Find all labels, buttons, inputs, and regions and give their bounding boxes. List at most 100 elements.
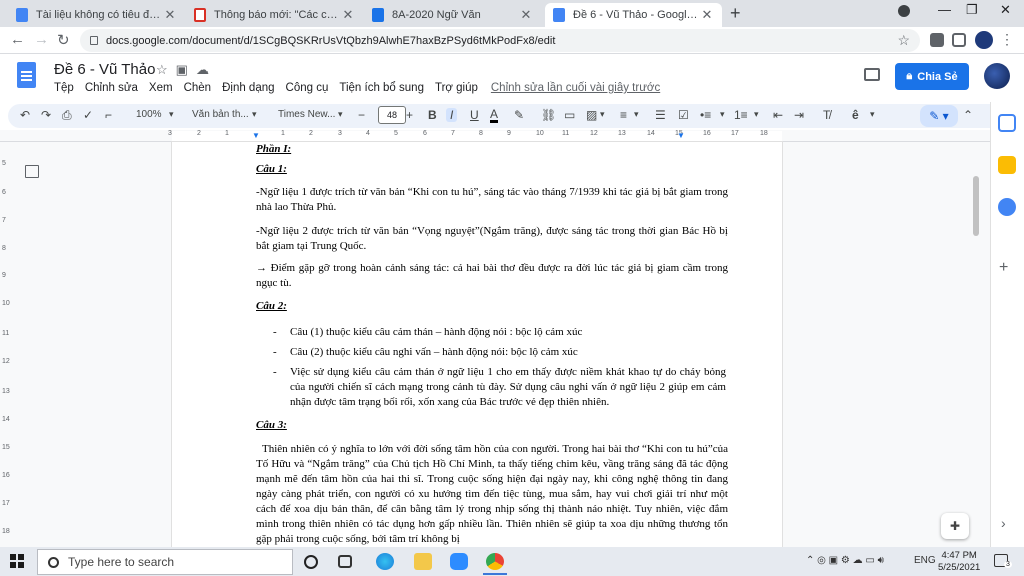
input-tools-icon[interactable]: ê (852, 108, 859, 122)
vertical-ruler[interactable]: 5 6 7 8 9 10 11 12 13 14 15 16 17 18 (0, 142, 12, 547)
minimize-icon[interactable]: — (938, 2, 951, 17)
increase-indent-icon[interactable]: ⇥ (794, 108, 804, 122)
insert-image-icon[interactable]: ▨ (586, 108, 597, 122)
taskbar-clock[interactable]: 4:47 PM 5/25/2021 (938, 550, 980, 574)
new-tab-icon[interactable]: + (730, 3, 741, 24)
browser-tab-1[interactable]: Tài liệu không có tiêu đề - Googl ✕ (8, 3, 185, 27)
menu-help[interactable]: Trợ giúp (435, 82, 478, 94)
docs-logo-icon[interactable] (17, 62, 36, 88)
text-color-icon[interactable]: A (490, 108, 499, 123)
bold-icon[interactable]: B (428, 108, 437, 122)
checklist-icon[interactable]: ☑ (678, 108, 689, 122)
document-page[interactable]: Phần I: Câu 1: -Ngữ liệu 1 được trích từ… (172, 142, 782, 547)
editing-mode-button[interactable]: ✎ ▾ (920, 105, 958, 127)
clear-format-icon[interactable]: T̸ (823, 108, 830, 122)
decrease-size-icon[interactable]: − (358, 108, 365, 122)
font-select[interactable]: Times New... (278, 109, 335, 120)
style-select[interactable]: Văn bản th... (192, 109, 249, 120)
numbered-list-icon[interactable]: 1≡ (734, 108, 748, 122)
language-indicator[interactable]: ENG (914, 555, 936, 566)
add-addon-icon[interactable]: + (999, 259, 1008, 277)
menu-tools[interactable]: Công cụ (286, 82, 329, 94)
list-item: - Việc sử dụng kiểu câu cảm thán ở ngữ li… (273, 365, 726, 410)
chrome-icon[interactable] (483, 553, 507, 575)
gmail-icon (194, 8, 206, 22)
left-indent-marker[interactable]: ▼ (252, 131, 260, 140)
underline-icon[interactable]: U (470, 108, 479, 122)
document-title[interactable]: Đề 6 - Vũ Thảo (54, 61, 155, 78)
ruler-mark: 12 (2, 358, 10, 365)
file-explorer-icon[interactable] (414, 553, 432, 570)
collapse-menus-icon[interactable]: ⌃ (963, 108, 973, 122)
add-comment-icon[interactable]: ▭ (564, 108, 575, 122)
reading-list-icon[interactable] (952, 33, 966, 47)
browser-tab-2[interactable]: Thông báo mới: "Các con làm m ✕ (186, 3, 363, 27)
star-icon[interactable]: ☆ (156, 62, 176, 77)
task-view-icon[interactable] (338, 555, 352, 568)
font-size-field[interactable]: 48 (378, 106, 406, 124)
taskbar-search-box[interactable]: Type here to search (37, 549, 293, 575)
paragraph: → Điểm gặp gỡ trong hoàn cảnh sáng tác: … (256, 262, 728, 289)
share-button[interactable]: 🔒︎ Chia Sẻ (895, 63, 969, 90)
back-icon[interactable]: ← (10, 31, 25, 48)
move-folder-icon[interactable]: ▣ (176, 62, 196, 77)
reload-icon[interactable]: ↻ (57, 31, 70, 49)
zoom-select[interactable]: 100% (136, 109, 162, 120)
calendar-icon[interactable] (998, 114, 1016, 132)
extensions-icon[interactable] (930, 33, 944, 47)
menu-bar: Tệp Chỉnh sửa Xem Chèn Định dạng Công cụ… (54, 82, 671, 94)
close-window-icon[interactable]: ✕ (1000, 2, 1011, 18)
last-edit-link[interactable]: Chỉnh sửa lần cuối vài giây trước (491, 82, 660, 94)
close-tab-icon[interactable]: ✕ (700, 7, 714, 23)
url-field[interactable]: docs.google.com/document/d/1SCgBQSKRrUsV… (80, 29, 920, 52)
profile-avatar[interactable] (975, 31, 993, 49)
tray-icons[interactable]: ⌃ ◎ ▣ ⚙ ☁ ▭ 🔊︎ (806, 555, 884, 566)
close-tab-icon[interactable]: ✕ (341, 7, 355, 23)
tab-search-icon[interactable] (898, 5, 910, 17)
bookmark-star-icon[interactable]: ☆ (897, 32, 910, 49)
menu-addons[interactable]: Tiện ích bổ sung (339, 82, 424, 94)
show-side-panel-icon[interactable]: › (1001, 515, 1006, 531)
browser-tab-3[interactable]: 8A-2020 Ngữ Văn ✕ (364, 3, 541, 27)
menu-format[interactable]: Định dạng (222, 82, 274, 94)
comment-history-icon[interactable] (864, 68, 880, 81)
menu-insert[interactable]: Chèn (184, 82, 212, 94)
italic-icon[interactable]: I (446, 108, 458, 122)
tab-title: Thông báo mới: "Các con làm m (214, 9, 341, 21)
vertical-scrollbar[interactable] (973, 176, 979, 236)
align-icon[interactable]: ≡ (620, 108, 627, 122)
close-tab-icon[interactable]: ✕ (519, 7, 533, 23)
chrome-menu-icon[interactable]: ⋮ (1000, 31, 1014, 48)
redo-icon[interactable]: ↷ (41, 108, 51, 122)
bulleted-list-icon[interactable]: •≡ (700, 108, 711, 122)
increase-size-icon[interactable]: + (406, 108, 413, 122)
account-avatar[interactable] (984, 63, 1010, 89)
close-tab-icon[interactable]: ✕ (163, 7, 177, 23)
highlight-icon[interactable]: ✎ (514, 108, 524, 122)
explore-button[interactable]: ✚ (941, 513, 969, 539)
browser-tab-4-active[interactable]: Đề 6 - Vũ Thảo - Google Tài liệu ✕ (545, 3, 722, 27)
keep-icon[interactable] (998, 156, 1016, 174)
windows-start-icon[interactable] (10, 554, 24, 568)
right-indent-marker[interactable]: ▼ (677, 131, 685, 140)
tasks-icon[interactable] (998, 198, 1016, 216)
edge-icon[interactable] (376, 553, 394, 570)
paint-format-icon[interactable]: ⌐ (105, 108, 112, 122)
zoom-app-icon[interactable] (450, 553, 468, 570)
spellcheck-icon[interactable]: ✓ (83, 108, 93, 122)
horizontal-ruler[interactable]: 3 2 1 1 2 3 4 5 6 7 8 9 10 11 12 13 14 1… (0, 130, 990, 142)
document-outline-icon[interactable] (25, 165, 39, 178)
forward-icon[interactable]: → (34, 31, 49, 48)
cloud-status-icon[interactable]: ☁ (196, 62, 217, 77)
decrease-indent-icon[interactable]: ⇤ (773, 108, 783, 122)
undo-icon[interactable]: ↶ (20, 108, 30, 122)
ruler-page-area (172, 131, 782, 141)
line-spacing-icon[interactable]: ☰ (655, 108, 666, 122)
print-icon[interactable]: ⎙ (62, 108, 72, 123)
link-icon[interactable]: ⛓ (541, 108, 556, 122)
menu-file[interactable]: Tệp (54, 82, 74, 94)
restore-icon[interactable]: ❐ (966, 2, 978, 18)
cortana-icon[interactable] (304, 555, 318, 569)
menu-view[interactable]: Xem (149, 82, 173, 94)
menu-edit[interactable]: Chỉnh sửa (85, 82, 138, 94)
